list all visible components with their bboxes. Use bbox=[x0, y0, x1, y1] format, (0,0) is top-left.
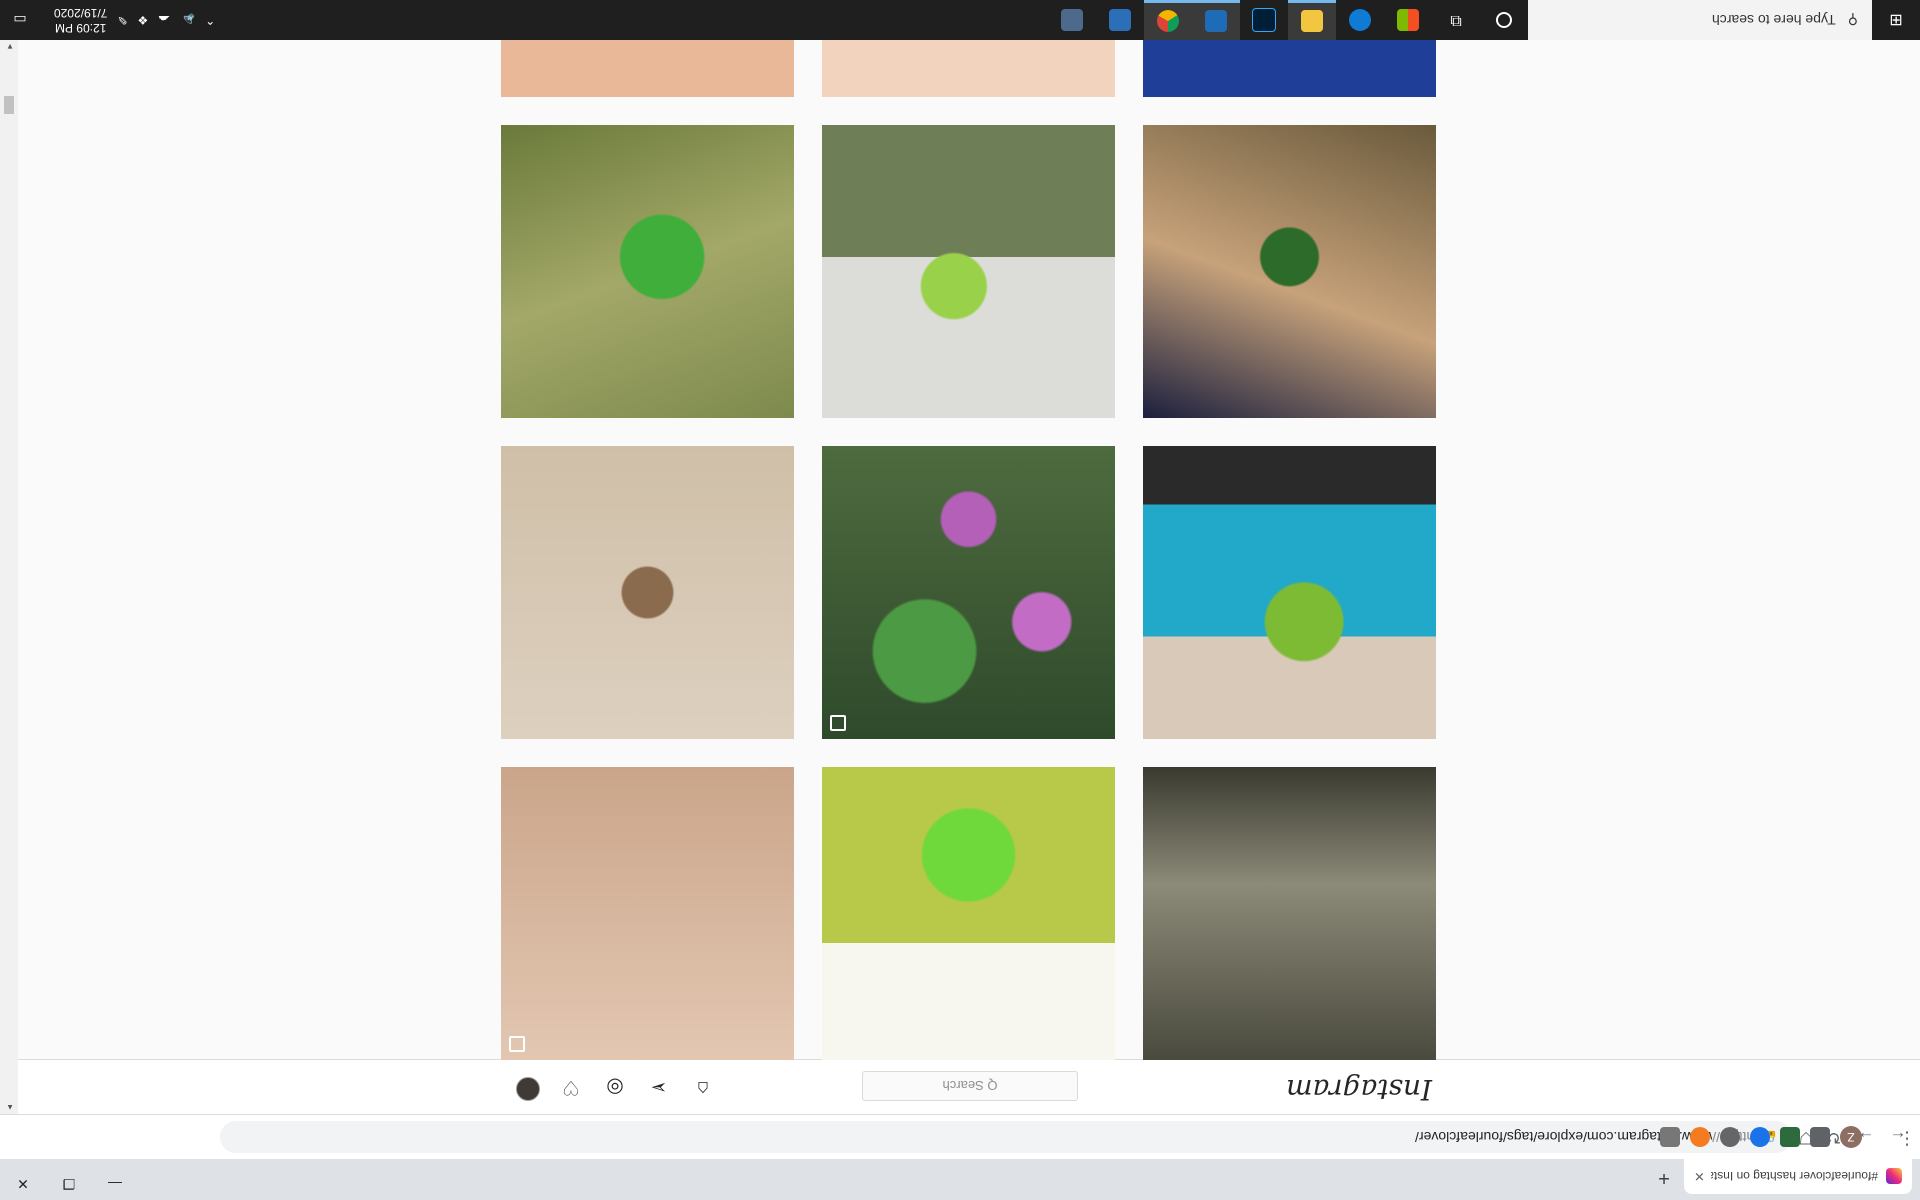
post-tile[interactable] bbox=[501, 767, 794, 1060]
photos-icon[interactable] bbox=[1192, 0, 1240, 40]
action-center-icon[interactable]: ▭ bbox=[0, 12, 40, 29]
post-tile[interactable] bbox=[1143, 125, 1436, 418]
chrome-icon[interactable] bbox=[1144, 0, 1192, 40]
profile-avatar-icon[interactable] bbox=[516, 1077, 540, 1101]
photoshop-icon[interactable] bbox=[1240, 0, 1288, 40]
direct-message-icon[interactable]: ➢ bbox=[646, 1075, 672, 1101]
search-icon: ⚲ bbox=[1847, 12, 1858, 29]
scroll-up-arrow-icon[interactable]: ▲ bbox=[6, 1103, 14, 1112]
instagram-favicon-icon bbox=[1886, 1168, 1902, 1185]
post-tile[interactable] bbox=[822, 40, 1115, 97]
calculator-icon[interactable] bbox=[1048, 0, 1096, 40]
volume-icon[interactable]: 🔈 bbox=[180, 13, 195, 27]
clock-time: 12:09 PM bbox=[55, 21, 107, 35]
clock-date: 7/19/2020 bbox=[54, 6, 108, 20]
pen-icon[interactable]: ✎ bbox=[117, 13, 127, 27]
file-explorer-icon[interactable] bbox=[1288, 0, 1336, 40]
extension-g-icon[interactable] bbox=[1660, 1127, 1680, 1147]
settings-icon[interactable] bbox=[1096, 0, 1144, 40]
taskbar-apps: ⧉ bbox=[1048, 0, 1528, 40]
microsoft-store-icon[interactable] bbox=[1384, 0, 1432, 40]
taskbar-search-placeholder: Type here to search bbox=[1711, 12, 1836, 28]
windows-taskbar: ⊞ ⚲ Type here to search ⧉ ⌃ 🔈 ☁ ❖ ✎ 12:0… bbox=[0, 0, 1920, 40]
instagram-nav-bar: Instagram Q Search ⌂ ➢ ◎ ♡ bbox=[18, 1059, 1920, 1114]
profile-avatar[interactable]: Z bbox=[1840, 1126, 1862, 1148]
multiple-images-icon bbox=[830, 715, 846, 731]
window-controls: — ❐ ✕ bbox=[0, 1168, 138, 1200]
post-grid bbox=[500, 40, 1436, 1060]
browser-menu-icon[interactable]: ⋮ bbox=[1898, 1128, 1916, 1149]
onedrive-cloud-icon[interactable]: ☁ bbox=[158, 13, 170, 27]
nav-icons: ⌂ ➢ ◎ ♡ bbox=[516, 1075, 716, 1101]
instagram-page: Instagram Q Search ⌂ ➢ ◎ ♡ bbox=[18, 40, 1920, 1114]
taskbar-search-box[interactable]: ⚲ Type here to search bbox=[1528, 0, 1872, 40]
post-tile[interactable] bbox=[822, 125, 1115, 418]
page-scrollbar[interactable]: ▲ ▼ bbox=[0, 40, 18, 1114]
browser-tab-instagram[interactable]: #fourleafclover hashtag on Insta ✕ bbox=[1684, 1159, 1912, 1194]
tab-title: #fourleafclover hashtag on Insta bbox=[1710, 1169, 1878, 1184]
address-bar[interactable]: 🔒 https://www.instagram.com/explore/tags… bbox=[220, 1121, 1792, 1153]
extensions-puzzle-icon[interactable] bbox=[1810, 1127, 1830, 1147]
clock[interactable]: 12:09 PM 7/19/2020 bbox=[54, 5, 107, 35]
explore-compass-icon[interactable]: ◎ bbox=[602, 1075, 628, 1101]
system-tray: ⌃ 🔈 ☁ ❖ ✎ 12:09 PM 7/19/2020 ▭ bbox=[0, 0, 215, 40]
close-window-button[interactable]: ✕ bbox=[0, 1168, 46, 1200]
dropbox-icon[interactable]: ❖ bbox=[137, 13, 148, 27]
tab-close-icon[interactable]: ✕ bbox=[1694, 1169, 1705, 1185]
extension-blue-icon[interactable] bbox=[1750, 1127, 1770, 1147]
home-icon[interactable]: ⌂ bbox=[690, 1075, 716, 1101]
post-tile[interactable] bbox=[501, 446, 794, 739]
post-tile[interactable] bbox=[1143, 446, 1436, 739]
windows-start-icon[interactable]: ⊞ bbox=[1872, 0, 1920, 40]
minimize-button[interactable]: — bbox=[92, 1168, 138, 1200]
scrollbar-thumb[interactable] bbox=[4, 96, 14, 114]
scroll-down-arrow-icon[interactable]: ▼ bbox=[6, 42, 14, 51]
task-view-icon[interactable]: ⧉ bbox=[1432, 0, 1480, 40]
post-tile[interactable] bbox=[1143, 767, 1436, 1060]
post-tile[interactable] bbox=[501, 125, 794, 418]
extension-money-icon[interactable] bbox=[1780, 1127, 1800, 1147]
multiple-images-icon bbox=[509, 1036, 525, 1052]
cortana-icon[interactable] bbox=[1480, 0, 1528, 40]
browser-tab-strip: #fourleafclover hashtag on Insta ✕ + — ❐… bbox=[0, 1159, 1920, 1200]
browser-toolbar: ← → ↻ ⛉ 🔒 https://www.instagram.com/expl… bbox=[0, 1114, 1920, 1159]
post-tile[interactable] bbox=[822, 446, 1115, 739]
show-hidden-icons-chevron-icon[interactable]: ⌃ bbox=[205, 13, 215, 27]
extension-orange-icon[interactable] bbox=[1690, 1127, 1710, 1147]
instagram-logo[interactable]: Instagram bbox=[1286, 1073, 1432, 1106]
restore-button[interactable]: ❐ bbox=[46, 1168, 92, 1200]
post-tile[interactable] bbox=[1143, 40, 1436, 97]
post-tile[interactable] bbox=[501, 40, 794, 97]
new-tab-button[interactable]: + bbox=[1650, 1164, 1678, 1192]
extension-circle-icon[interactable] bbox=[1720, 1127, 1740, 1147]
edge-icon[interactable] bbox=[1336, 0, 1384, 40]
activity-heart-icon[interactable]: ♡ bbox=[558, 1075, 584, 1101]
search-input[interactable]: Q Search bbox=[862, 1071, 1078, 1101]
post-tile[interactable] bbox=[822, 767, 1115, 1060]
